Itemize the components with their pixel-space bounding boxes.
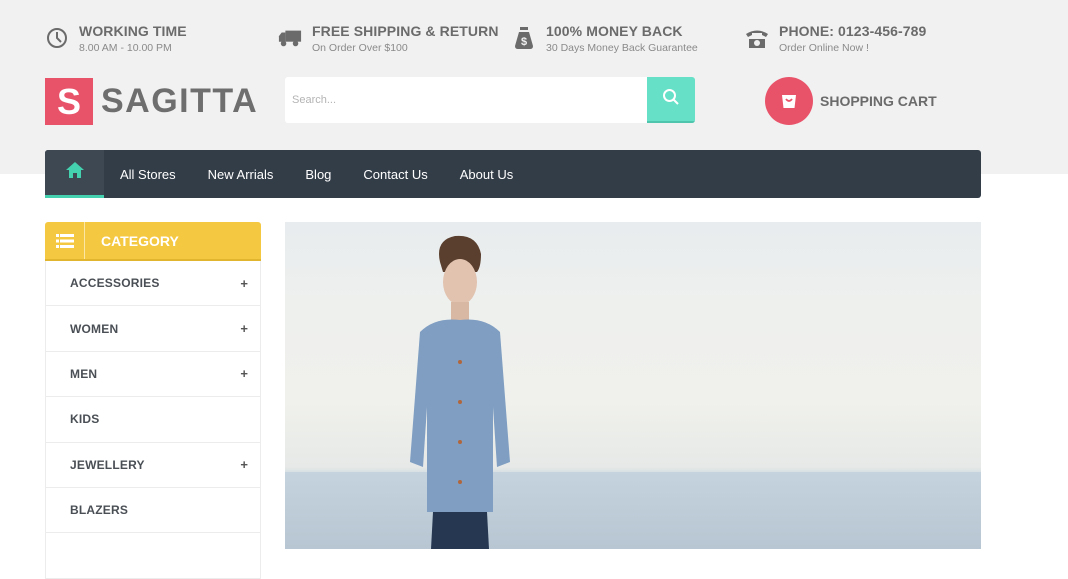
category-item-men[interactable]: MEN + [46,352,260,398]
list-icon [45,222,85,259]
nav-blog[interactable]: Blog [305,167,331,182]
hero-banner-image[interactable] [285,222,981,549]
info-title: PHONE: 0123-456-789 [779,23,927,39]
expand-plus-icon[interactable]: + [240,276,248,291]
category-label: ACCESSORIES [70,276,160,291]
shopping-cart-label: SHOPPING CART [820,93,937,109]
info-subtitle: Order Online Now ! [779,42,869,54]
expand-plus-icon[interactable]: + [240,321,248,336]
nav-home-button[interactable] [45,150,104,198]
info-money-back: $ 100% MONEY BACK 30 Days Money Back Gua… [512,22,698,55]
nav-about-us[interactable]: About Us [460,167,513,182]
nav-contact-us[interactable]: Contact Us [363,167,427,182]
info-title: WORKING TIME [79,23,187,39]
money-bag-icon: $ [512,26,536,50]
logo[interactable]: S SAGITTA [45,78,258,125]
clock-icon [45,26,69,50]
category-label: MEN [70,366,98,381]
search-bar [285,77,695,123]
category-item-jewellery[interactable]: JEWELLERY + [46,443,260,488]
info-title: FREE SHIPPING & RETURN [312,23,499,39]
search-icon [662,88,680,111]
category-list: ACCESSORIES + WOMEN + MEN + KIDS JEWELLE… [45,261,261,579]
category-sidebar: CATEGORY ACCESSORIES + WOMEN + MEN + KID… [45,222,261,579]
truck-icon [278,26,302,50]
search-button[interactable] [647,77,695,123]
category-item-women[interactable]: WOMEN + [46,306,260,352]
category-title: CATEGORY [101,232,179,249]
banner-model-figure [410,235,510,549]
nav-new-arrivals[interactable]: New Arrials [208,167,274,182]
category-label: BLAZERS [70,503,129,518]
shopping-bag-icon [765,77,813,125]
category-item-blazers[interactable]: BLAZERS [46,488,260,534]
info-subtitle: 30 Days Money Back Guarantee [546,42,698,54]
expand-plus-icon[interactable]: + [240,457,248,472]
category-label: KIDS [70,412,100,427]
category-item-kids[interactable]: KIDS [46,397,260,443]
phone-icon [745,26,769,50]
category-item-more[interactable] [46,533,260,579]
search-input[interactable] [285,77,647,123]
nav-all-stores[interactable]: All Stores [120,167,176,182]
info-working-time: WORKING TIME 8.00 AM - 10.00 PM [45,22,187,55]
shopping-cart-button[interactable]: SHOPPING CART [765,77,937,125]
logo-mark: S [45,78,93,125]
logo-text: SAGITTA [101,82,259,120]
info-subtitle: 8.00 AM - 10.00 PM [79,42,172,54]
category-label: JEWELLERY [70,457,145,472]
info-subtitle: On Order Over $100 [312,42,408,54]
category-label: WOMEN [70,321,119,336]
expand-plus-icon[interactable]: + [240,366,248,381]
home-icon [65,161,85,184]
svg-text:$: $ [521,36,527,48]
info-free-shipping: FREE SHIPPING & RETURN On Order Over $10… [278,22,499,55]
main-nav: All Stores New Arrials Blog Contact Us A… [45,150,981,198]
info-phone: PHONE: 0123-456-789 Order Online Now ! [745,22,926,55]
category-header[interactable]: CATEGORY [45,222,261,261]
category-item-accessories[interactable]: ACCESSORIES + [46,261,260,307]
info-title: 100% MONEY BACK [546,23,683,39]
